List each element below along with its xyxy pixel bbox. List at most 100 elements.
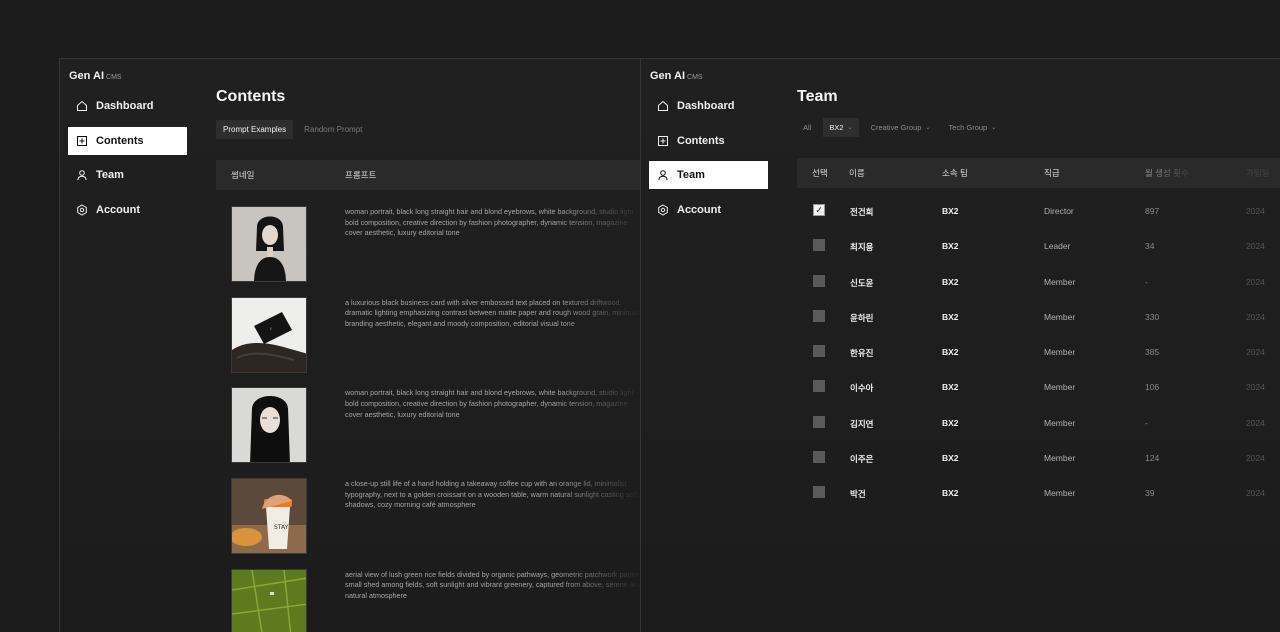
table-row[interactable]: 박건 BX2 Member 39 2024 [797, 476, 1280, 511]
brand-logo: Gen AI CMS [650, 70, 703, 82]
sidebar-item-contents[interactable]: Contents [649, 127, 768, 155]
member-date: 2024 [1246, 311, 1265, 322]
column-header-prompt: 프롬프트 [345, 170, 377, 180]
prompt-text: woman portrait, black long straight hair… [345, 388, 638, 419]
checkbox[interactable] [813, 274, 825, 287]
checkbox[interactable] [813, 415, 825, 428]
member-count: - [1145, 417, 1148, 428]
column-header-team: 소속 팀 [942, 168, 968, 178]
member-rank: Member [1044, 488, 1076, 499]
sidebar-item-team[interactable]: Team [68, 161, 187, 189]
plus-square-icon [657, 135, 669, 147]
checkbox[interactable] [813, 380, 825, 393]
sidebar-item-account[interactable]: Account [68, 196, 187, 224]
sidebar-item-contents[interactable]: Contents [68, 126, 187, 155]
member-name: 이주은 [850, 454, 874, 465]
thumbnail-woman-portrait[interactable] [231, 206, 307, 282]
member-count: 385 [1145, 347, 1160, 358]
filter-creative-group[interactable]: Creative Group ⌄ [865, 118, 937, 137]
member-team: BX2 [942, 488, 959, 499]
member-team: BX2 [942, 276, 959, 287]
member-rank: Member [1044, 276, 1076, 287]
column-header-select: 선택 [812, 168, 828, 178]
table-row[interactable]: woman portrait, black long straight hair… [231, 387, 640, 478]
filter-label: Creative Group [870, 123, 922, 132]
user-icon [657, 169, 669, 181]
column-header-rank: 직급 [1044, 168, 1060, 178]
member-count: 34 [1145, 241, 1155, 252]
chevron-down-icon: ⌄ [925, 125, 931, 131]
checkbox[interactable] [813, 309, 825, 322]
thumbnail-business-card[interactable]: ℓ [231, 296, 307, 373]
member-team: BX2 [942, 347, 959, 358]
member-name: 이수아 [850, 383, 874, 394]
sidebar-item-label: Account [677, 204, 721, 217]
prompt-text: aerial view of lush green rice fields di… [345, 569, 641, 600]
gear-icon [76, 204, 88, 216]
table-row[interactable]: ℓ a luxurious black business card with s… [231, 296, 641, 388]
contents-list: woman portrait, black long straight hair… [231, 206, 641, 632]
table-row[interactable]: 신도윤 BX2 Member - 2024 [797, 265, 1280, 300]
team-window: Gen AI CMS Dashboard Contents Team Accoun… [640, 58, 1280, 632]
member-date: 2024 [1246, 453, 1265, 464]
member-name: 한유진 [850, 348, 874, 359]
table-row[interactable]: ✓ 전건희 BX2 Director 897 2024 [797, 194, 1280, 229]
brand-sub: CMS [106, 74, 122, 81]
thumbnail-woman-portrait-2[interactable] [231, 387, 307, 464]
table-row[interactable]: 김지연 BX2 Member - 2024 [797, 406, 1280, 441]
table-row[interactable]: 이수아 BX2 Member 106 2024 [797, 370, 1280, 405]
column-header-count[interactable]: 월 생성 횟수 ⌄ [1145, 167, 1196, 179]
brand-sub: CMS [687, 74, 703, 81]
sidebar-item-dashboard[interactable]: Dashboard [649, 92, 768, 120]
tab-random-prompt[interactable]: Random Prompt [297, 120, 369, 139]
table-row[interactable]: 최지용 BX2 Leader 34 2024 [797, 229, 1280, 264]
checkbox[interactable] [813, 239, 825, 252]
sidebar-item-account[interactable]: Account [649, 196, 768, 224]
page-title: Team [797, 88, 838, 105]
filter-all[interactable]: All [797, 118, 817, 137]
sidebar: Dashboard Contents Team Account [68, 92, 187, 231]
table-row[interactable]: woman portrait, black long straight hair… [231, 206, 640, 297]
thumbnail-rice-fields[interactable] [231, 568, 307, 632]
tab-prompt-examples[interactable]: Prompt Examples [216, 120, 294, 139]
table-row[interactable]: 윤하린 BX2 Member 330 2024 [797, 300, 1280, 335]
table-row[interactable]: aerial view of lush green rice fields di… [231, 568, 641, 632]
checkbox-checked[interactable]: ✓ [813, 204, 825, 216]
sidebar-item-label: Account [96, 204, 140, 217]
filter-bx2[interactable]: BX2 ⌄ [823, 118, 859, 137]
member-date: 2024 [1246, 276, 1265, 287]
member-count: 124 [1145, 453, 1160, 464]
filter-label: All [803, 123, 812, 132]
member-rank: Director [1044, 206, 1074, 216]
thumbnail-coffee-cup[interactable]: STAY [231, 478, 307, 555]
member-date: 2024 [1246, 488, 1265, 499]
sidebar-item-dashboard[interactable]: Dashboard [68, 92, 187, 120]
member-rank: Member [1044, 382, 1076, 393]
sort-chevron-icon: ⌄ [1191, 172, 1197, 178]
checkbox[interactable] [813, 345, 825, 358]
prompt-text: a luxurious black business card with sil… [345, 297, 641, 328]
contents-window: Gen AI CMS Dashboard Contents Team Accoun… [59, 58, 641, 632]
user-icon [76, 169, 88, 181]
home-icon [76, 100, 88, 112]
member-rank: Member [1044, 417, 1076, 428]
prompt-text: a close-up still life of a hand holding … [345, 479, 638, 510]
sidebar-item-label: Contents [677, 134, 725, 147]
table-row[interactable]: 이주은 BX2 Member 124 2024 [797, 441, 1280, 476]
member-count: 106 [1145, 382, 1160, 393]
checkbox[interactable] [813, 451, 825, 464]
sidebar-item-team[interactable]: Team [649, 161, 768, 190]
member-team: BX2 [942, 453, 959, 464]
brand-logo: Gen AI CMS [69, 70, 122, 82]
member-name: 윤하린 [850, 312, 874, 323]
table-row[interactable]: STAY a close-up still life of a hand hol… [231, 478, 640, 569]
svg-text:STAY: STAY [274, 524, 289, 531]
contents-table-header: 썸네일 프롬프트 [216, 160, 640, 190]
prompt-text: woman portrait, black long straight hair… [345, 207, 638, 238]
checkbox[interactable] [813, 486, 825, 499]
page-title: Contents [216, 88, 286, 105]
table-row[interactable]: 한유진 BX2 Member 385 2024 [797, 335, 1280, 370]
member-team: BX2 [942, 241, 959, 252]
filter-tech-group[interactable]: Tech Group ⌄ [942, 118, 1002, 137]
member-name: 최지용 [850, 242, 874, 253]
